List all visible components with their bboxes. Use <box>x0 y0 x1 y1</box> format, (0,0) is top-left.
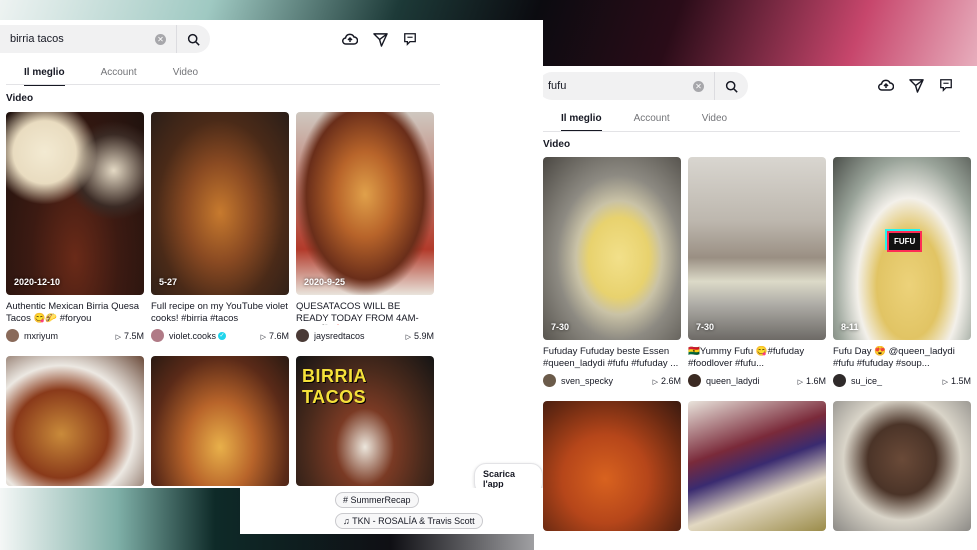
video-overlay-text: FUFU <box>887 231 923 252</box>
video-thumbnail[interactable] <box>688 401 826 531</box>
section-label: Video <box>6 93 34 104</box>
video-card[interactable]: FUFU 8-11 Fufu Day 😍 @queen_ladydi #fufu… <box>833 157 971 387</box>
avatar[interactable] <box>296 329 309 342</box>
avatar[interactable] <box>6 329 19 342</box>
video-date: 8-11 <box>841 322 859 332</box>
search-query: birria tacos <box>10 33 64 45</box>
cloud-upload-icon[interactable] <box>342 31 358 47</box>
play-icon: ▷ <box>797 378 803 386</box>
view-count: ▷ 2.6M <box>652 375 681 386</box>
play-icon: ▷ <box>260 333 266 341</box>
video-caption[interactable]: Full recipe on my YouTube violet cooks! … <box>151 301 289 325</box>
video-thumbnail[interactable]: BIRRIA TACOS <box>296 356 434 486</box>
search-input[interactable]: fufu ✕ <box>538 72 748 100</box>
view-count: ▷ 7.6M <box>260 330 289 341</box>
video-caption[interactable]: QUESATACOS WILL BE READY TODAY FROM 4AM-… <box>296 301 434 325</box>
clear-icon[interactable]: ✕ <box>155 33 166 45</box>
message-icon[interactable] <box>402 31 418 47</box>
play-icon: ▷ <box>942 378 948 386</box>
verified-badge-icon: ✓ <box>218 332 227 341</box>
hashtag-icon: # <box>343 495 349 505</box>
username[interactable]: sven_specky <box>561 376 653 386</box>
music-chip[interactable]: ♫ TKN - ROSALÍA & Travis Scott <box>335 513 483 529</box>
username[interactable]: mxriyum <box>24 331 116 341</box>
video-thumbnail[interactable]: 7-30 <box>543 157 681 340</box>
tab-videos[interactable]: Video <box>702 113 727 132</box>
video-thumbnail[interactable] <box>6 356 144 486</box>
hashtag-chip[interactable]: # SummerRecap <box>335 492 419 508</box>
video-date: 2020-12-10 <box>14 277 61 287</box>
download-app-button[interactable]: Scarica l'app <box>474 463 543 488</box>
video-thumbnail[interactable] <box>151 356 289 486</box>
username[interactable]: queen_ladydi <box>706 376 798 386</box>
video-card[interactable] <box>833 401 971 531</box>
left-panel: birria tacos ✕ Il meglio Account Video V… <box>0 20 543 488</box>
middle-panel: # SummerRecap ♫ TKN - ROSALÍA & Travis S… <box>240 480 544 534</box>
video-caption[interactable]: Fufu Day 😍 @queen_ladydi #fufu #fufuday … <box>833 346 971 370</box>
right-panel: fufu ✕ Il meglio Account Video Video 7-3… <box>534 66 977 550</box>
avatar[interactable] <box>833 374 846 387</box>
video-card[interactable]: 2020-12-10 Authentic Mexican Birria Ques… <box>6 112 144 342</box>
video-thumbnail[interactable]: 2020-9-25 <box>296 112 434 295</box>
search-button[interactable] <box>176 25 210 53</box>
play-icon: ▷ <box>652 378 658 386</box>
video-date: 7-30 <box>551 322 570 332</box>
paper-plane-icon[interactable] <box>908 77 924 93</box>
video-card[interactable]: BIRRIA TACOS <box>296 356 434 486</box>
video-card[interactable] <box>151 356 289 486</box>
tab-accounts[interactable]: Account <box>634 113 670 132</box>
avatar[interactable] <box>543 374 556 387</box>
video-date: 2020-9-25 <box>304 277 346 287</box>
view-count: ▷ 1.6M <box>797 375 826 386</box>
video-caption[interactable]: Authentic Mexican Birria Quesa Tacos 😋🌮 … <box>6 301 144 325</box>
search-query: fufu <box>548 80 567 92</box>
view-count: ▷ 1.5M <box>942 375 971 386</box>
video-card[interactable]: 5-27 Full recipe on my YouTube violet co… <box>151 112 289 342</box>
video-date: 7-30 <box>696 322 715 332</box>
video-card[interactable]: 2020-9-25 QUESATACOS WILL BE READY TODAY… <box>296 112 434 342</box>
username[interactable]: jaysredtacos <box>314 331 406 341</box>
tab-top[interactable]: Il meglio <box>561 113 602 132</box>
username[interactable]: su_ice_ <box>851 376 943 386</box>
video-caption[interactable]: Fufuday Fufuday beste Essen #queen_ladyd… <box>543 346 681 370</box>
video-thumbnail[interactable]: 5-27 <box>151 112 289 295</box>
video-card[interactable]: 7-30 Fufuday Fufuday beste Essen #queen_… <box>543 157 681 387</box>
music-note-icon: ♫ <box>343 516 350 526</box>
video-thumbnail[interactable] <box>833 401 971 531</box>
video-overlay-text: BIRRIA TACOS <box>302 366 367 407</box>
avatar[interactable] <box>151 329 164 342</box>
cloud-upload-icon[interactable] <box>878 77 894 93</box>
view-count: ▷ 5.9M <box>405 330 434 341</box>
message-icon[interactable] <box>938 77 954 93</box>
search-input[interactable]: birria tacos ✕ <box>0 25 210 53</box>
paper-plane-icon[interactable] <box>372 31 388 47</box>
video-thumbnail[interactable] <box>543 401 681 531</box>
video-card[interactable] <box>6 356 144 486</box>
video-thumbnail[interactable]: 7-30 <box>688 157 826 340</box>
video-date: 5-27 <box>159 277 178 287</box>
video-card[interactable]: 7-30 🇬🇭Yummy Fufu 😋#fufuday #foodlover #… <box>688 157 826 387</box>
tabs-divider <box>540 131 960 132</box>
video-thumbnail[interactable]: FUFU 8-11 <box>833 157 971 340</box>
search-button[interactable] <box>714 72 748 100</box>
play-icon: ▷ <box>405 333 411 341</box>
avatar[interactable] <box>688 374 701 387</box>
video-thumbnail[interactable]: 2020-12-10 <box>6 112 144 295</box>
search-icon <box>725 80 738 93</box>
section-label: Video <box>543 139 571 150</box>
clear-icon[interactable]: ✕ <box>693 80 704 92</box>
video-caption[interactable]: 🇬🇭Yummy Fufu 😋#fufuday #foodlover #fufu.… <box>688 346 826 370</box>
tabs-divider <box>6 84 440 85</box>
video-card[interactable] <box>688 401 826 531</box>
username[interactable]: violet.cooks ✓ <box>169 331 261 341</box>
search-icon <box>187 33 200 46</box>
video-card[interactable] <box>543 401 681 531</box>
view-count: ▷ 7.5M <box>115 330 144 341</box>
play-icon: ▷ <box>115 333 121 341</box>
